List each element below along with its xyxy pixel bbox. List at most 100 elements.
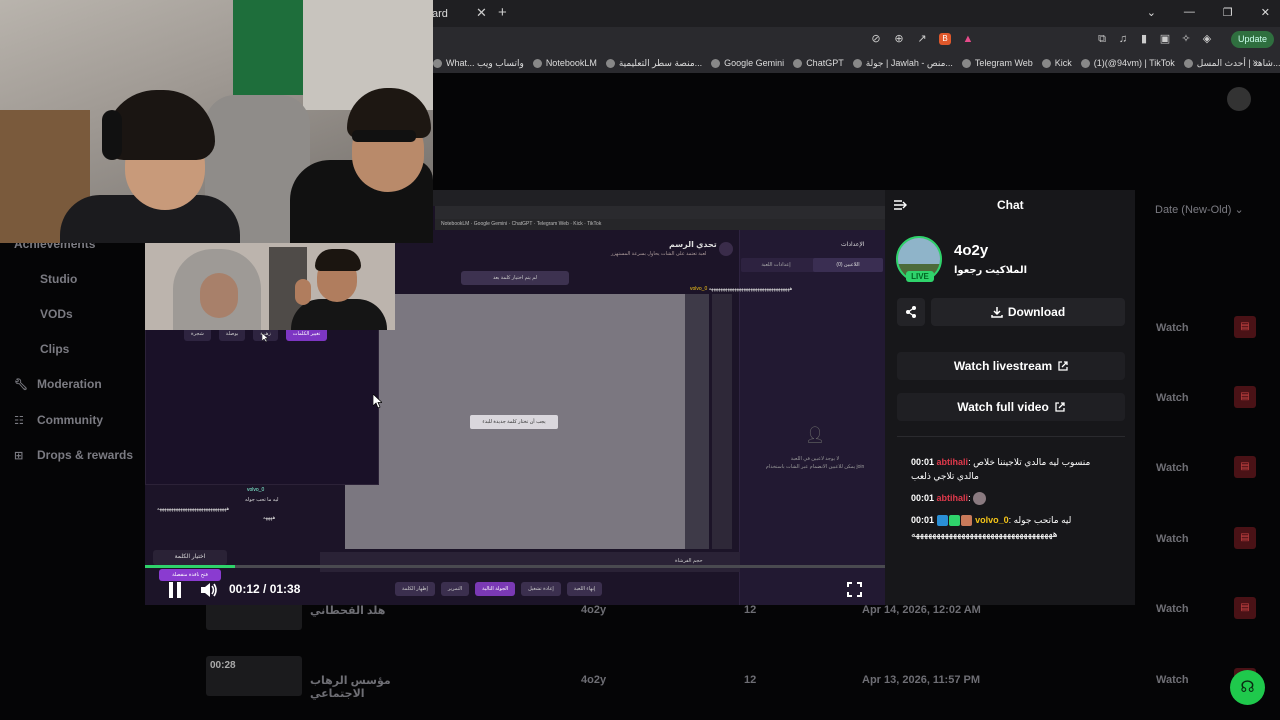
settings-title: الإعدادات: [841, 242, 865, 248]
watch-link[interactable]: Watch: [1156, 392, 1189, 404]
bookmark-icon: [711, 58, 721, 68]
badge-icon: [960, 515, 972, 527]
sidebar-item-moderation[interactable]: 🔧︎ Moderation: [14, 377, 154, 391]
update-button[interactable]: Update: [1230, 31, 1274, 48]
webcam-overlay-secondary: [145, 243, 395, 330]
sidebar-item-label: Studio: [40, 272, 78, 286]
game-button-row: إظهار الكلمة التمرير الجولة التالية إعادة ت…: [395, 582, 603, 596]
toolbar-icons: ⧉ ♫ ▮ ▣ ✧ ◈: [1096, 33, 1213, 45]
zoom-icon[interactable]: ⊕: [893, 33, 905, 45]
bookmark-item[interactable]: Google Gemini: [711, 58, 784, 68]
sidebar-item-label: Moderation: [37, 377, 102, 391]
cursor-icon: [262, 333, 268, 342]
person-hair: [315, 249, 361, 271]
bookmark-item[interactable]: Telegram Web: [961, 58, 1033, 68]
mute-icon[interactable]: ⊘: [870, 33, 882, 45]
tab-game-settings: إعدادات اللعبة: [761, 262, 791, 268]
bookmark-item[interactable]: (1)‏(@94vm) | TikTok: [1080, 58, 1175, 68]
pause-button[interactable]: [168, 582, 182, 598]
gift-icon: ⊞: [14, 450, 24, 462]
collapse-chat-icon[interactable]: [893, 199, 907, 211]
person-face: [200, 273, 238, 318]
delete-icon[interactable]: ▤: [1234, 456, 1256, 478]
chat-message: ليه ما تحب جوله: [245, 497, 279, 503]
bookmark-item[interactable]: شاهد | أحدث المسل...: [1183, 58, 1280, 69]
bookmark-item[interactable]: منصة سطر التعليمية...: [605, 57, 703, 69]
bookmark-icon: [961, 58, 971, 68]
volume-icon[interactable]: [200, 581, 218, 599]
new-tab-icon[interactable]: +: [498, 4, 507, 21]
delete-icon[interactable]: ▤: [1234, 386, 1256, 408]
leo-icon[interactable]: ◈: [1201, 33, 1213, 45]
bookmark-item[interactable]: جولة | Jawlah - منص...: [852, 58, 953, 69]
watch-livestream-button[interactable]: Watch livestream: [897, 352, 1125, 380]
badge-icon: [948, 515, 960, 527]
channel-name[interactable]: 4o2y: [954, 242, 988, 259]
watch-link[interactable]: Watch: [1156, 322, 1189, 334]
download-button[interactable]: Download: [931, 298, 1125, 326]
table-row[interactable]: 00:28 مؤسس الرهاب الاجتماعي 4o2y 12 Apr …: [200, 656, 1270, 716]
game-control-button: إنهاء اللعبة: [566, 582, 603, 596]
vod-count: 12: [744, 674, 757, 686]
wallet-icon[interactable]: ▣: [1159, 33, 1171, 45]
bookmark-item[interactable]: Kick: [1041, 58, 1072, 68]
message-user[interactable]: abtihali: [937, 457, 969, 467]
bookmark-label: What... واتساب ويب: [446, 57, 524, 68]
sidebar-item-community[interactable]: ☷ Community: [14, 413, 154, 427]
vod-channel: 4o2y: [581, 674, 607, 686]
sidebar-item-label: Community: [37, 413, 103, 427]
progress-track[interactable]: [145, 565, 885, 568]
bookmark-item[interactable]: NotebookLM: [532, 58, 597, 68]
sidebar-item-label: Clips: [40, 342, 70, 356]
tab-search-icon[interactable]: ⌄: [1147, 6, 1156, 19]
extensions-icon[interactable]: ✧: [1180, 33, 1192, 45]
bookmark-icon: [532, 58, 542, 68]
brush-size-label: حجم الفرشاة: [675, 558, 703, 564]
vpn-icon[interactable]: ▲: [962, 33, 974, 45]
sidebar-item-drops[interactable]: ⊞ Drops & rewards: [14, 448, 154, 462]
message-user[interactable]: abtihali: [937, 493, 969, 503]
share-button[interactable]: [897, 298, 925, 326]
headset-icon: ☊: [1240, 679, 1255, 696]
close-window-icon[interactable]: ✕: [1261, 6, 1270, 19]
share-page-icon[interactable]: ↗: [916, 33, 928, 45]
maximize-icon[interactable]: ❐: [1223, 6, 1233, 19]
browser-tab[interactable]: ard ✕: [432, 0, 494, 27]
delete-icon[interactable]: ▤: [1234, 316, 1256, 338]
game-title: تحدي الرسم: [669, 240, 717, 249]
download-label: Download: [1007, 305, 1066, 319]
music-icon[interactable]: ♫: [1117, 33, 1129, 45]
message-user[interactable]: volvo_0: [975, 515, 1009, 525]
more-bookmarks-icon[interactable]: »: [1252, 57, 1258, 68]
game-control-button: الجولة التالية: [475, 582, 516, 596]
bookmark-label: Kick: [1054, 58, 1072, 68]
bookmark-item[interactable]: What... واتساب ويب: [433, 58, 524, 69]
brave-shield-icon[interactable]: B: [939, 33, 951, 45]
watch-link[interactable]: Watch: [1156, 533, 1189, 545]
watch-full-video-button[interactable]: Watch full video: [897, 393, 1125, 421]
chat-message: ههههههههههههههههههههههههههههههه: [157, 506, 230, 512]
screenshot-icon[interactable]: ⧉: [1096, 33, 1108, 45]
watch-link[interactable]: Watch: [1156, 462, 1189, 474]
close-tab-icon[interactable]: ✕: [476, 5, 487, 21]
sidebar-toggle-icon[interactable]: ▮: [1138, 33, 1150, 45]
live-badge: LIVE: [906, 271, 934, 282]
chevron-down-icon: ⌄: [1234, 204, 1244, 216]
fullscreen-icon[interactable]: [847, 582, 862, 597]
sort-dropdown[interactable]: Date (New-Old) ⌄: [1155, 203, 1244, 216]
download-icon: [991, 307, 1003, 318]
wrench-icon: 🔧︎: [14, 379, 28, 391]
user-avatar[interactable]: [1227, 87, 1251, 111]
support-chat-button[interactable]: ☊: [1230, 670, 1265, 705]
chat-message: 00:01 abtihali:: [911, 491, 1111, 506]
minimize-icon[interactable]: —: [1184, 6, 1195, 19]
video-screen-bookmarks: NotebookLM · Google Gemini · ChatGPT · T…: [435, 219, 885, 230]
pause-bar: [177, 582, 181, 598]
chat-message: ههههه: [263, 515, 276, 521]
mouse-cursor-icon: [373, 394, 382, 408]
bookmark-label: منصة سطر التعليمية...: [618, 57, 703, 68]
delete-icon[interactable]: ▤: [1234, 527, 1256, 549]
canvas-message: يجب أن تختار كلمة جديدة للبدء: [470, 415, 558, 429]
bookmark-item[interactable]: ChatGPT: [793, 58, 844, 68]
vod-channel: 4o2y: [581, 604, 607, 616]
